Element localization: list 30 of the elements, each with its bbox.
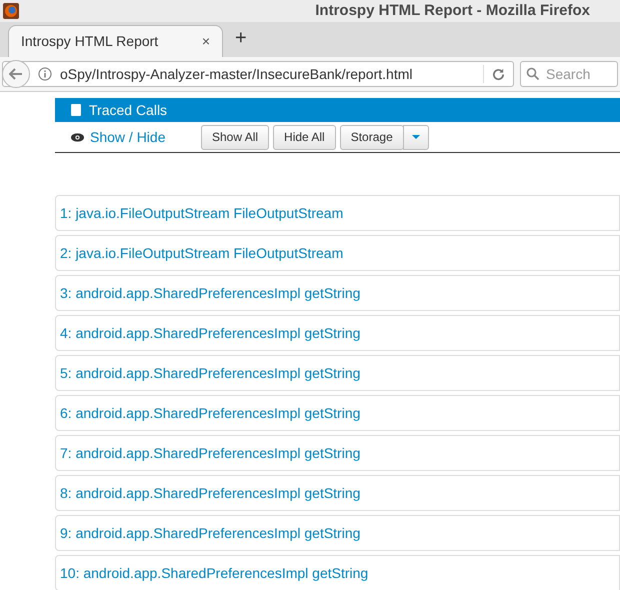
dropdown-button[interactable] <box>402 124 429 150</box>
call-row[interactable]: 4: android.app.SharedPreferencesImpl getString <box>55 315 620 351</box>
show-hide-link[interactable]: Show / Hide <box>90 126 201 148</box>
call-row[interactable]: 1: java.io.FileOutputStream FileOutputStream <box>55 195 620 231</box>
call-row[interactable]: 7: android.app.SharedPreferencesImpl getString <box>55 435 620 471</box>
back-arrow-icon <box>9 68 23 80</box>
call-row[interactable]: 8: android.app.SharedPreferencesImpl getString <box>55 475 620 511</box>
new-tab-button[interactable]: + <box>235 23 247 53</box>
toolbar-button[interactable]: Show All <box>201 124 270 150</box>
info-icon <box>38 67 52 81</box>
back-button[interactable] <box>2 60 30 88</box>
caret-icon <box>412 135 420 139</box>
call-row[interactable]: 5: android.app.SharedPreferencesImpl getString <box>55 355 620 391</box>
url-text: oSpy/Introspy-Analyzer-master/InsecureBank/report.html <box>60 64 412 84</box>
call-row[interactable]: 3: android.app.SharedPreferencesImpl getString <box>55 275 620 311</box>
browser-tab[interactable]: Introspy HTML Report × <box>8 25 223 57</box>
reload-icon[interactable] <box>492 68 505 80</box>
call-row[interactable]: 10: android.app.SharedPreferencesImpl getString <box>55 555 620 590</box>
search-field[interactable]: Search <box>520 61 618 87</box>
window-title: Introspy HTML Report - Mozilla Firefox <box>315 0 590 21</box>
toolbar-button[interactable]: Storage <box>340 124 404 150</box>
close-tab-button[interactable]: × <box>202 31 210 52</box>
call-row[interactable]: 9: android.app.SharedPreferencesImpl getString <box>55 515 620 551</box>
eye-icon <box>71 132 84 142</box>
call-row[interactable]: 6: android.app.SharedPreferencesImpl getString <box>55 395 620 431</box>
search-icon <box>526 67 540 81</box>
toolbar-button[interactable]: Hide All <box>273 124 336 150</box>
panel-title: Traced Calls <box>89 100 168 120</box>
call-row[interactable]: 2: java.io.FileOutputStream FileOutputStream <box>55 235 620 271</box>
url-bar[interactable]: oSpy/Introspy-Analyzer-master/InsecureBank/report.html <box>2 61 514 87</box>
